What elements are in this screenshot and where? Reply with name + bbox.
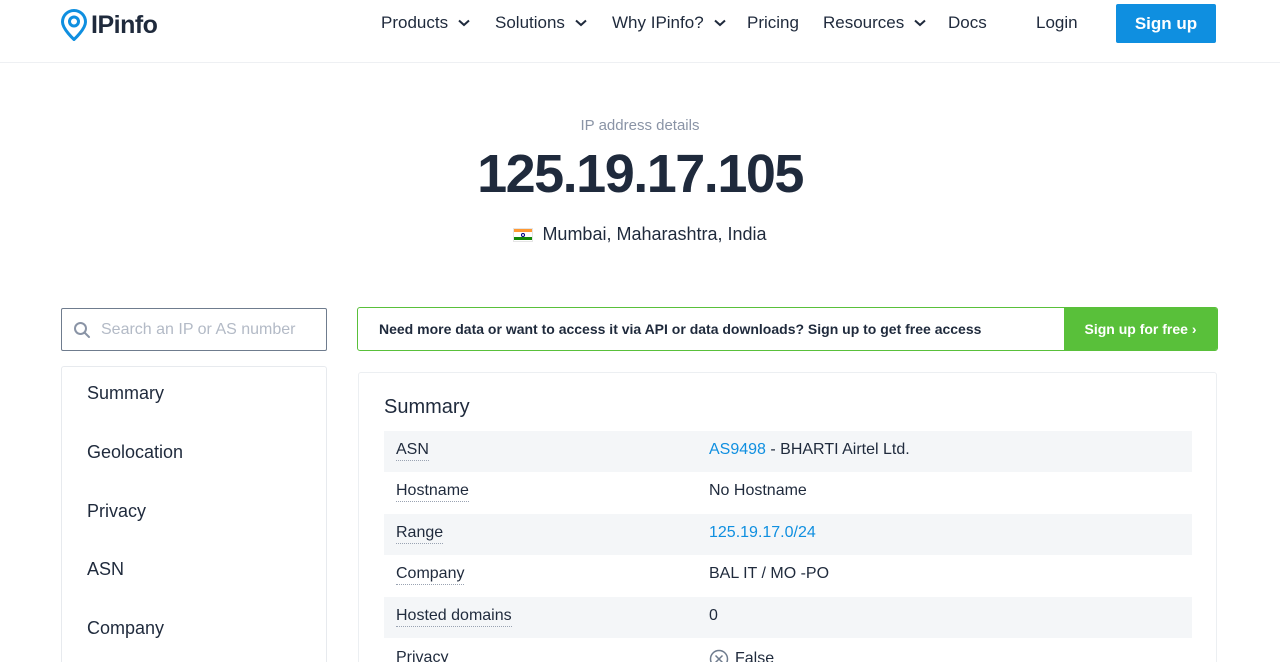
site-header: IPinfo Products Solutions Why IPinfo? Pr… [0, 0, 1280, 63]
nav-resources[interactable]: Resources [823, 13, 926, 33]
row-label-company: Company [396, 565, 465, 585]
chevron-down-icon [914, 19, 926, 27]
nav-resources-label: Resources [823, 13, 905, 32]
sidebar-item-privacy[interactable]: Privacy [87, 501, 146, 522]
india-flag-icon [513, 227, 534, 242]
table-row: Range 125.19.17.0/24 [384, 514, 1192, 555]
table-row: Privacy False [384, 639, 1192, 662]
table-row: Hosted domains 0 [384, 597, 1192, 638]
row-value-company: BAL IT / MO -PO [709, 565, 830, 582]
login-link[interactable]: Login [1036, 13, 1078, 33]
asn-link[interactable]: AS9498 [709, 441, 766, 458]
asn-name: - BHARTI Airtel Ltd. [765, 441, 910, 458]
row-label-range: Range [396, 524, 444, 544]
nav-solutions[interactable]: Solutions [495, 13, 587, 33]
banner-text: Need more data or want to access it via … [379, 321, 982, 337]
privacy-value: False [735, 650, 775, 662]
nav-docs-label: Docs [948, 13, 987, 32]
search-box[interactable] [61, 308, 327, 351]
chevron-down-icon [575, 19, 587, 27]
sidebar-item-asn[interactable]: ASN [87, 559, 124, 580]
sidebar: Summary Geolocation Privacy ASN Company [61, 366, 327, 662]
logo[interactable]: IPinfo [61, 8, 158, 42]
row-value-hostname: No Hostname [709, 482, 807, 499]
summary-card: Summary ASN AS9498 - BHARTI Airtel Ltd. … [358, 372, 1217, 662]
sidebar-item-geolocation[interactable]: Geolocation [87, 442, 183, 463]
chevron-down-icon [713, 19, 726, 27]
row-label-hostname: Hostname [396, 482, 469, 502]
signup-button[interactable]: Sign up [1116, 4, 1216, 43]
nav-pricing[interactable]: Pricing [747, 13, 799, 33]
sidebar-item-summary[interactable]: Summary [87, 383, 164, 404]
hero-location: Mumbai, Maharashtra, India [0, 224, 1280, 245]
ip-address-title: 125.19.17.105 [477, 144, 804, 204]
row-label-privacy: Privacy [396, 649, 448, 662]
nav-products-label: Products [381, 13, 449, 32]
location-pin-icon [61, 9, 87, 41]
nav-products[interactable]: Products [381, 13, 470, 33]
summary-title: Summary [384, 396, 470, 418]
chevron-down-icon [458, 19, 470, 27]
signup-free-button[interactable]: Sign up for free › [1064, 308, 1217, 350]
signup-banner: Need more data or want to access it via … [357, 307, 1218, 351]
table-row: ASN AS9498 - BHARTI Airtel Ltd. [384, 431, 1192, 472]
nav-pricing-label: Pricing [747, 13, 799, 32]
search-icon [74, 321, 90, 338]
row-label-asn: ASN [396, 441, 429, 461]
hero-subtitle: IP address details [580, 117, 700, 134]
row-value-range: 125.19.17.0/24 [709, 524, 816, 542]
row-value-asn: AS9498 - BHARTI Airtel Ltd. [709, 441, 910, 459]
table-row: Company BAL IT / MO -PO [384, 555, 1192, 596]
sidebar-item-company[interactable]: Company [87, 618, 164, 639]
nav-why-ipinfo[interactable]: Why IPinfo? [612, 13, 726, 33]
search-input[interactable] [101, 320, 311, 339]
row-value-privacy: False [709, 649, 774, 662]
range-link[interactable]: 125.19.17.0/24 [709, 524, 816, 542]
nav-why-ipinfo-label: Why IPinfo? [612, 13, 704, 32]
nav-docs[interactable]: Docs [948, 13, 987, 33]
row-label-hosted-domains: Hosted domains [396, 607, 512, 627]
logo-text: IPinfo [91, 10, 158, 39]
location-text: Mumbai, Maharashtra, India [542, 224, 767, 244]
nav-solutions-label: Solutions [495, 13, 565, 32]
login-label: Login [1036, 13, 1078, 32]
x-circle-icon [709, 649, 729, 662]
row-value-hosted-domains: 0 [709, 607, 718, 624]
table-row: Hostname No Hostname [384, 472, 1192, 513]
